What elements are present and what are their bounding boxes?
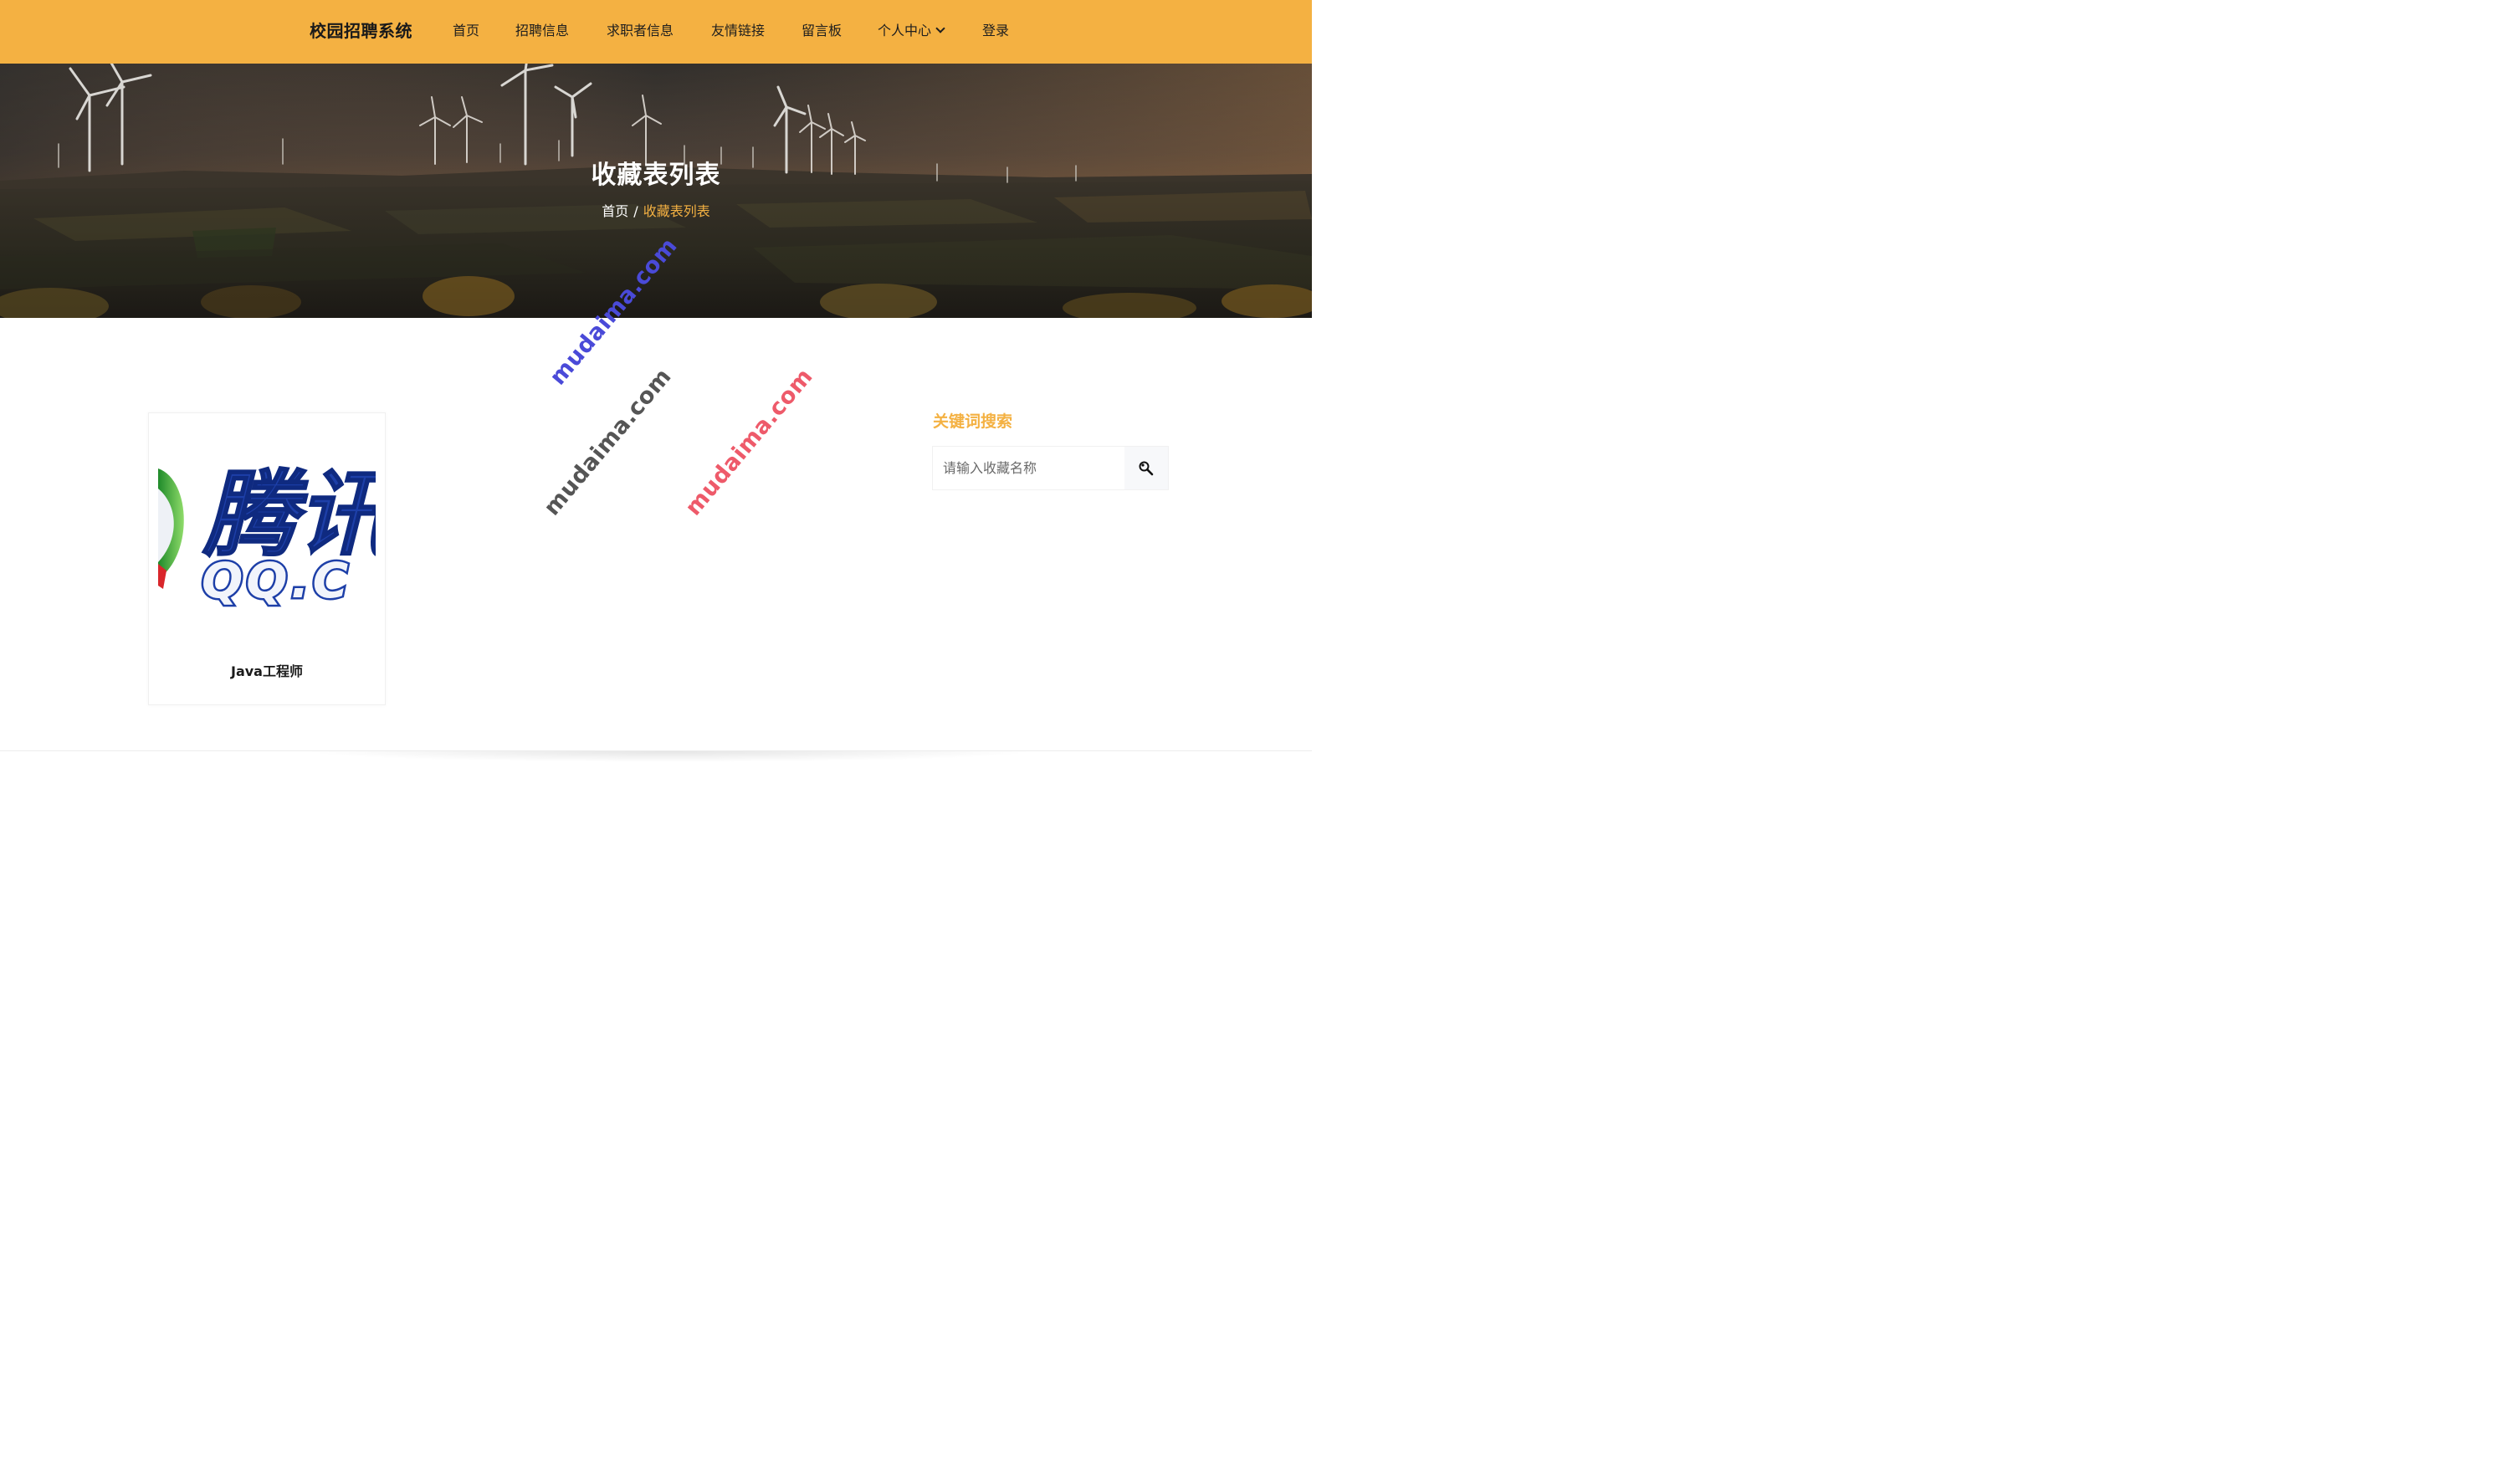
top-navbar: 校园招聘系统 首页 招聘信息 求职者信息 友情链接 留言板 个人中心 登录: [0, 0, 1312, 64]
favorite-title[interactable]: Java工程师: [149, 663, 385, 681]
nav-item-login[interactable]: 登录: [982, 22, 1009, 40]
nav-item-personal-center-label: 个人中心: [878, 23, 932, 38]
breadcrumb-separator: /: [633, 203, 638, 219]
keyword-search-heading: 关键词搜索: [933, 412, 1013, 431]
breadcrumb-current: 收藏表列表: [643, 203, 710, 219]
search-icon: [1139, 461, 1154, 476]
nav-item-jobs[interactable]: 招聘信息: [515, 22, 569, 40]
search-box: [932, 446, 1169, 490]
favorite-card[interactable]: 腾讯 QQ.C Java工程师: [148, 412, 386, 705]
chevron-down-icon: [935, 23, 945, 33]
breadcrumb-home-link[interactable]: 首页: [602, 203, 628, 219]
svg-text:QQ.C: QQ.C: [202, 552, 351, 609]
breadcrumb: 首页 / 收藏表列表: [0, 202, 1312, 221]
search-button[interactable]: [1124, 447, 1168, 489]
nav-item-personal-center[interactable]: 个人中心: [878, 22, 945, 40]
favorite-thumbnail[interactable]: 腾讯 QQ.C: [158, 438, 376, 622]
nav-item-home[interactable]: 首页: [453, 22, 479, 40]
nav-item-message-board[interactable]: 留言板: [802, 22, 842, 40]
watermark-text: mudaima.com: [539, 363, 677, 521]
search-input[interactable]: [933, 447, 1124, 489]
footer-shadow: [301, 751, 1037, 762]
watermark-text: mudaima.com: [680, 363, 818, 521]
tencent-logo-image: 腾讯 QQ.C: [158, 460, 376, 612]
nav-item-job-seekers[interactable]: 求职者信息: [607, 22, 674, 40]
site-brand[interactable]: 校园招聘系统: [310, 18, 412, 44]
page-title: 收藏表列表: [591, 161, 721, 190]
nav-item-friend-links[interactable]: 友情链接: [711, 22, 765, 40]
